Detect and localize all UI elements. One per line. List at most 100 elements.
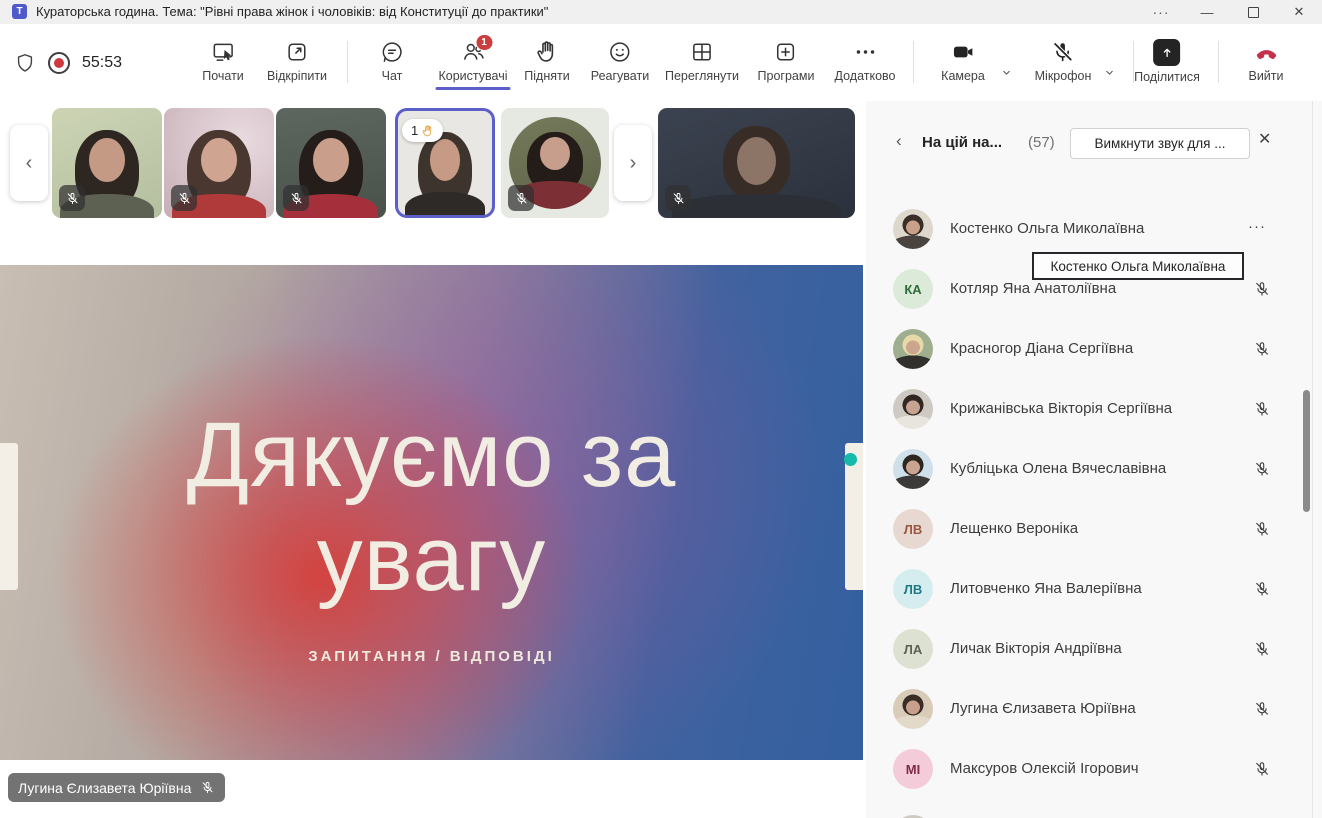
participant-row[interactable]: ЛВ Литовченко Яна Валеріївна [866,559,1322,619]
mic-muted-icon [665,185,691,211]
shield-icon [14,52,36,74]
panel-title: На цій на... [922,134,1002,151]
titlebar: T Кураторська година. Тема: "Рівні права… [0,0,1322,24]
participant-row[interactable]: Лугина Єлизавета Юріївна [866,679,1322,739]
share-up-arrow-icon [1154,39,1181,66]
share-button[interactable]: Поділитися [1134,39,1200,84]
avatar: ЛВ [893,569,933,609]
row-menu-icon[interactable]: ··· [1248,199,1266,259]
scrollbar-thumb[interactable] [1303,390,1310,512]
maximize-icon [1248,7,1259,18]
filmstrip-prev-button[interactable]: ‹ [10,125,48,201]
mic-muted-icon [200,780,215,795]
maximize-button[interactable] [1230,0,1276,24]
avatar: ЛВ [893,509,933,549]
chat-icon [379,39,405,65]
mic-muted-icon [1253,400,1271,418]
slide-title: Дякуємо за увагу [0,403,863,611]
teal-dot-icon [844,453,857,466]
mic-muted-icon [1253,280,1271,298]
scrollbar-track [1312,101,1313,818]
raise-hand-icon [534,39,560,65]
chevron-left-icon: ‹ [26,152,33,175]
shared-presentation-slide: Дякуємо за увагу ЗАПИТАННЯ / ВІДПОВІДІ [0,265,863,760]
video-tile[interactable] [501,108,609,218]
window-title: Кураторська година. Тема: "Рівні права ж… [36,0,548,24]
video-tile[interactable] [276,108,386,218]
back-chevron-icon[interactable]: ‹ [896,131,902,151]
camera-icon [950,39,976,65]
hang-up-icon [1253,39,1279,65]
view-button[interactable]: Переглянути [665,39,739,83]
mic-button[interactable]: Мікрофон [1035,39,1092,83]
raise-hand-button[interactable]: Підняти [524,39,569,83]
participants-panel: ‹ На цій на... (57) Вимкнути звук для ..… [866,101,1322,818]
minimize-button[interactable]: — [1184,0,1230,24]
mute-all-button[interactable]: Вимкнути звук для ... [1070,128,1250,159]
mic-muted-icon [1253,580,1271,598]
people-icon: 1 [460,39,486,65]
participant-row[interactable]: Красногор Діана Сергіївна [866,319,1322,379]
mic-muted-icon [59,185,85,211]
participant-row[interactable]: Костенко Ольга Миколаївна ··· [866,199,1322,259]
participant-row[interactable]: МІ Максуров Олексій Ігорович [866,739,1322,799]
raised-hand-badge: 1 [402,119,443,142]
chat-button[interactable]: Чат [379,39,405,83]
avatar [893,389,933,429]
avatar [893,689,933,729]
slide-edge-right [845,443,863,590]
titlebar-more-icon[interactable]: ··· [1138,0,1184,24]
mic-muted-icon [1253,340,1271,358]
camera-dropdown-chevron-icon[interactable] [1000,66,1013,79]
participant-row-partial[interactable] [866,799,1322,818]
people-count-badge: 1 [475,34,493,51]
participant-row[interactable]: ЛА Личак Вікторія Андріївна [866,619,1322,679]
participant-row[interactable]: Кубліцька Олена Вячеславівна [866,439,1322,499]
video-tile[interactable] [52,108,162,218]
avatar [893,209,933,249]
start-share-button[interactable]: Почати [202,39,244,83]
more-button[interactable]: Додатково [835,39,896,83]
close-button[interactable]: ✕ [1276,0,1322,24]
chevron-right-icon: › [630,152,637,175]
teams-logo-icon: T [12,4,27,19]
popout-icon [284,39,310,65]
leave-button[interactable]: Вийти [1248,39,1283,83]
camera-button[interactable]: Камера [941,39,985,83]
presenter-name-tag: Лугина Єлизавета Юріївна [8,773,225,802]
filmstrip-next-button[interactable]: › [614,125,652,201]
participant-row[interactable]: ЛВ Лещенко Вероніка [866,499,1322,559]
meeting-timer: 55:53 [82,54,122,72]
raised-hand-icon [421,124,435,138]
toolbar-divider [347,41,348,83]
mic-muted-icon [1253,640,1271,658]
apps-button[interactable]: Програми [758,39,815,83]
mic-muted-icon [171,185,197,211]
avatar [893,329,933,369]
mic-muted-icon [1253,520,1271,538]
video-tile-selected[interactable]: 1 [395,108,495,218]
meeting-stage: ‹ 1 › [0,101,866,818]
slide-subtitle: ЗАПИТАННЯ / ВІДПОВІДІ [0,648,863,665]
mic-muted-icon [1050,39,1076,65]
mic-muted-icon [1253,700,1271,718]
people-button[interactable]: 1 Користувачі [438,39,507,83]
avatar: МІ [893,749,933,789]
avatar: КА [893,269,933,309]
toolbar-divider [913,41,914,83]
mic-muted-icon [508,185,534,211]
slide-edge-left [0,443,18,590]
toolbar-divider [1218,41,1219,83]
avatar: ЛА [893,629,933,669]
participant-row[interactable]: Крижанівська Вікторія Сергіївна [866,379,1322,439]
teams-meeting-window: T Кураторська година. Тема: "Рівні права… [0,0,1322,818]
video-tile[interactable] [658,108,855,218]
video-tile[interactable] [164,108,274,218]
react-button[interactable]: Реагувати [591,39,649,83]
unpin-button[interactable]: Відкріпити [267,39,327,83]
avatar [893,449,933,489]
panel-close-icon[interactable]: ✕ [1258,129,1271,149]
mic-dropdown-chevron-icon[interactable] [1103,66,1116,79]
mic-muted-icon [1253,760,1271,778]
screen-share-icon [210,39,236,65]
